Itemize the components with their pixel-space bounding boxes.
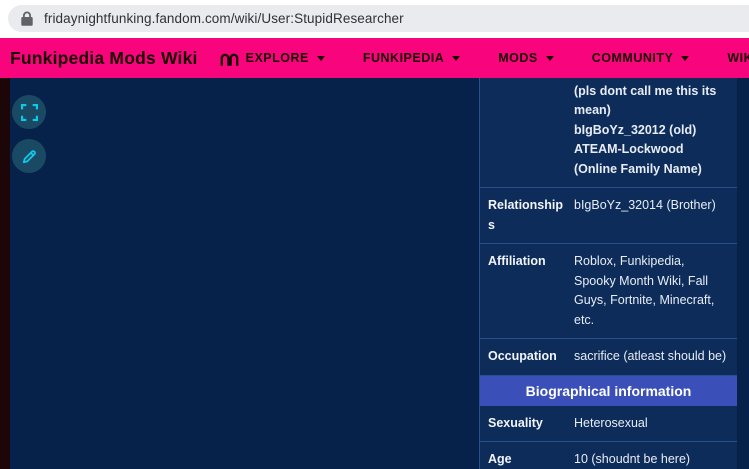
infobox-label: Affiliation <box>488 254 546 268</box>
fullscreen-button[interactable] <box>12 95 46 129</box>
infobox-value: StupidResearcher Glitch (pls dont call m… <box>574 83 717 176</box>
infobox-label: Occupation <box>488 349 557 363</box>
fullscreen-expand-icon <box>20 103 38 121</box>
infobox-value: Heterosexual <box>574 415 648 430</box>
infobox-row-aliases: StupidResearcher Glitch (pls dont call m… <box>480 78 737 188</box>
wiki-title-link[interactable]: Funkipedia Mods Wiki <box>10 48 198 69</box>
infobox-row-occupation: Occupation sacrifice (atleast should be) <box>480 339 737 376</box>
chevron-down-icon <box>452 55 461 61</box>
page-content: StupidResearcher Glitch (pls dont call m… <box>0 78 749 469</box>
nav-item-label: WIKI STAFF <box>727 51 749 65</box>
nav-menu: EXPLORE FUNKIPEDIA MODS COMMUNITY WIKI S… <box>220 51 749 66</box>
nav-item-label: MODS <box>498 51 538 65</box>
nav-item-label: COMMUNITY <box>591 51 674 65</box>
nav-item-mods[interactable]: MODS <box>498 51 554 65</box>
infobox-row-sexuality: Sexuality Heterosexual <box>480 406 737 442</box>
browser-chrome: fridaynightfunking.fandom.com/wiki/User:… <box>0 0 749 38</box>
infobox-row-age: Age 10 (shoudnt be here) <box>480 442 737 469</box>
infobox-section-header: Biographical information <box>480 375 737 406</box>
infobox-value: Roblox, Funkipedia, Spooky Month Wiki, F… <box>574 254 715 327</box>
browser-window: fridaynightfunking.fandom.com/wiki/User:… <box>0 0 749 469</box>
infobox-label <box>488 78 574 179</box>
lock-icon <box>21 11 33 26</box>
user-infobox: StupidResearcher Glitch (pls dont call m… <box>479 78 737 469</box>
fandom-m-icon <box>220 53 238 66</box>
chevron-down-icon <box>681 55 690 61</box>
infobox-value: sacrifice (atleast should be) <box>574 349 727 363</box>
chevron-down-icon <box>316 55 325 61</box>
nav-item-explore[interactable]: EXPLORE <box>220 51 325 66</box>
nav-item-funkipedia[interactable]: FUNKIPEDIA <box>362 51 461 65</box>
nav-item-community[interactable]: COMMUNITY <box>592 51 690 65</box>
page-background-strip <box>0 78 10 469</box>
infobox-value: 10 (shoudnt be here) <box>574 452 691 466</box>
wiki-navbar: Funkipedia Mods Wiki EXPLORE FUNKIPEDIA … <box>0 38 749 78</box>
address-bar[interactable]: fridaynightfunking.fandom.com/wiki/User:… <box>8 5 749 32</box>
infobox-row-affiliation: Affiliation Roblox, Funkipedia, Spooky M… <box>480 244 737 339</box>
nav-item-wiki-staff[interactable]: WIKI STAFF <box>727 51 749 65</box>
infobox-label: Sexuality <box>488 415 543 430</box>
chevron-down-icon <box>545 55 554 61</box>
edit-button[interactable] <box>12 139 46 173</box>
edit-pencil-icon <box>22 149 36 163</box>
infobox-label: Age <box>488 452 512 466</box>
infobox-label: Relationships <box>488 198 564 232</box>
nav-item-label: EXPLORE <box>245 51 309 65</box>
url-text[interactable]: fridaynightfunking.fandom.com/wiki/User:… <box>44 11 404 26</box>
nav-item-label: FUNKIPEDIA <box>362 51 445 65</box>
infobox-row-relationships: Relationships bIgBoYz_32014 (Brother) <box>480 188 737 244</box>
infobox-value: bIgBoYz_32014 (Brother) <box>574 198 716 212</box>
